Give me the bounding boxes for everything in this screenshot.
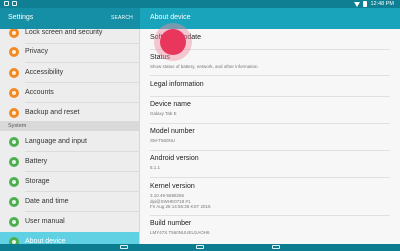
battery-status-icon [363, 1, 368, 7]
sidebar-item-label: Battery [25, 158, 48, 165]
about-device-panel: Software update Status Show status of ba… [140, 29, 400, 251]
build-number-row[interactable]: Build number LMY47X.T560NUUEU1AOH6 [140, 216, 400, 241]
sidebar-item-accessibility[interactable]: Accessibility [0, 63, 139, 83]
detail-title: About device [150, 14, 191, 21]
section-header-system: System [0, 121, 139, 131]
kernel-version-row: Kernel version 3.10.49-5698265 dpi@SWHE0… [150, 183, 211, 209]
recents-button-icon[interactable] [120, 245, 128, 249]
lock-icon [9, 29, 19, 38]
sidebar-item-user-manual[interactable]: User manual [0, 212, 139, 232]
detail-header: About device [140, 8, 400, 29]
manual-icon [9, 217, 19, 227]
battery-icon [9, 157, 19, 167]
sidebar-item-privacy[interactable]: Privacy [0, 42, 139, 62]
sidebar-item-label: User manual [25, 218, 65, 225]
screenshot-notification-icon [12, 1, 17, 6]
storage-icon [9, 177, 19, 187]
privacy-icon [9, 47, 19, 57]
gallery-notification-icon [4, 1, 9, 6]
legal-information-row[interactable]: Legal information [140, 76, 400, 96]
sidebar-item-label: Lock screen and security [25, 29, 103, 36]
sidebar-item-date-time[interactable]: Date and time [0, 192, 139, 212]
sidebar-item-battery[interactable]: Battery [0, 152, 139, 172]
sidebar-item-label: Accessibility [25, 69, 64, 76]
sidebar-item-storage[interactable]: Storage [0, 172, 139, 192]
sidebar-item-label: Accounts [25, 89, 54, 96]
backup-icon [9, 108, 19, 118]
touch-indicator [160, 29, 186, 55]
clock: 12:48 PM [370, 1, 394, 7]
clock-icon [9, 197, 19, 207]
android-version-row[interactable]: Android version 5.1.1 [140, 151, 400, 176]
status-bar: 12:48 PM [0, 0, 400, 8]
key-icon [9, 88, 19, 98]
home-button-icon[interactable] [196, 245, 204, 249]
navigation-bar [0, 244, 400, 251]
sidebar-item-label: Storage [25, 178, 50, 185]
settings-header: Settings SEARCH [0, 8, 140, 29]
sidebar-item-accounts[interactable]: Accounts [0, 83, 139, 103]
wifi-icon [354, 1, 361, 7]
sidebar-item-label: Language and input [25, 138, 87, 145]
screen: 12:48 PM Settings SEARCH About device Lo… [0, 0, 400, 251]
sidebar-item-language[interactable]: Language and input [0, 132, 139, 152]
device-name-row[interactable]: Device name Galaxy Tab E [140, 97, 400, 122]
accessibility-icon [9, 68, 19, 78]
language-icon [9, 137, 19, 147]
status-row[interactable]: Status Show status of battery, network, … [140, 50, 400, 75]
settings-sidebar: Lock screen and security Privacy Accessi… [0, 29, 140, 251]
back-button-icon[interactable] [272, 245, 280, 249]
settings-title: Settings [8, 14, 34, 21]
sidebar-item-lock-screen[interactable]: Lock screen and security [0, 29, 139, 43]
sidebar-item-label: Date and time [25, 198, 69, 205]
sidebar-item-label: Privacy [25, 48, 48, 55]
model-number-row: Model number SM-T560NU [150, 128, 195, 143]
sidebar-item-backup[interactable]: Backup and reset [0, 103, 139, 123]
search-button[interactable]: SEARCH [111, 15, 133, 21]
sidebar-item-label: Backup and reset [25, 109, 80, 116]
